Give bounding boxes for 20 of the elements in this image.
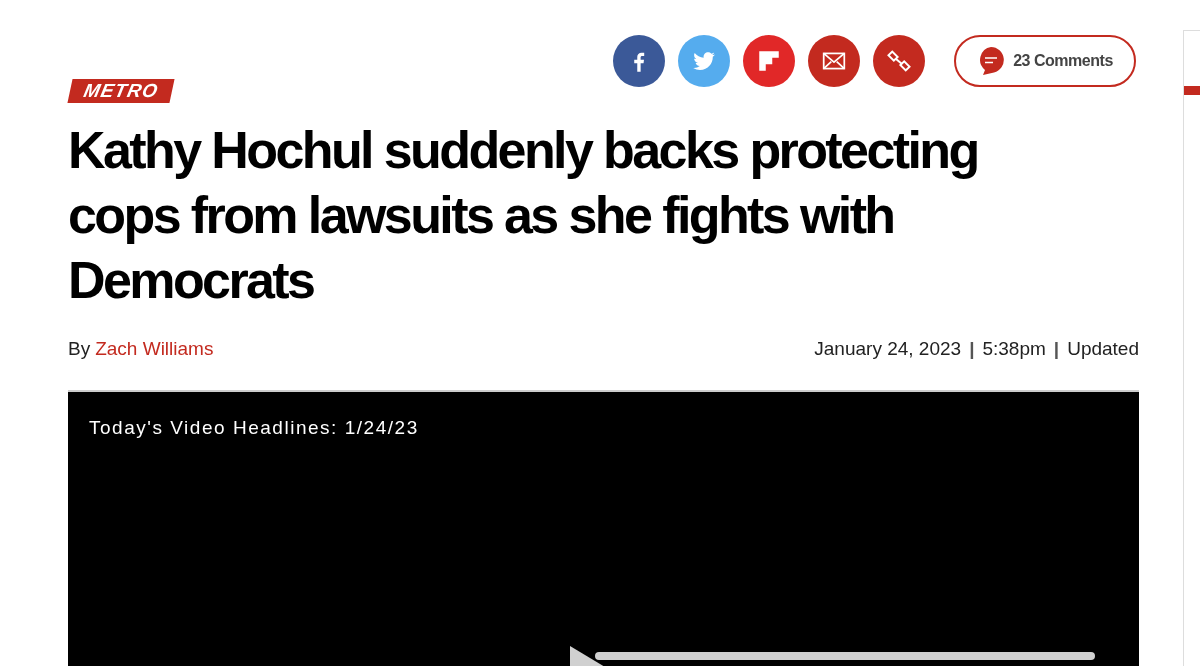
video-title: Today's Video Headlines: 1/24/23 <box>89 415 420 440</box>
separator: | <box>969 337 975 361</box>
author-link[interactable]: Zach Williams <box>95 335 214 364</box>
speech-bubble-icon <box>977 46 1006 76</box>
share-button[interactable] <box>808 35 860 87</box>
accent-bar <box>1184 86 1200 95</box>
dateline-text: Updated <box>1067 337 1139 361</box>
share-button[interactable] <box>743 35 795 87</box>
separator: | <box>1053 337 1060 361</box>
dateline-text: January 24, 2023 <box>814 337 962 361</box>
share-button[interactable] <box>613 35 665 87</box>
comments-button[interactable]: 23 Comments <box>954 35 1136 87</box>
section-label[interactable]: METRO <box>67 79 175 103</box>
flipboard-icon <box>756 48 782 74</box>
share-button[interactable] <box>873 35 925 87</box>
headline: Kathy Hochul suddenly backs protecting cops from lawsuits as she fights with Democrats <box>68 120 979 311</box>
video-player[interactable]: Today's Video Headlines: 1/24/23 <box>68 389 1139 666</box>
byline-prefix: By <box>68 337 91 361</box>
link-icon <box>886 48 912 74</box>
dateline-text: 5:38pm <box>982 337 1046 361</box>
